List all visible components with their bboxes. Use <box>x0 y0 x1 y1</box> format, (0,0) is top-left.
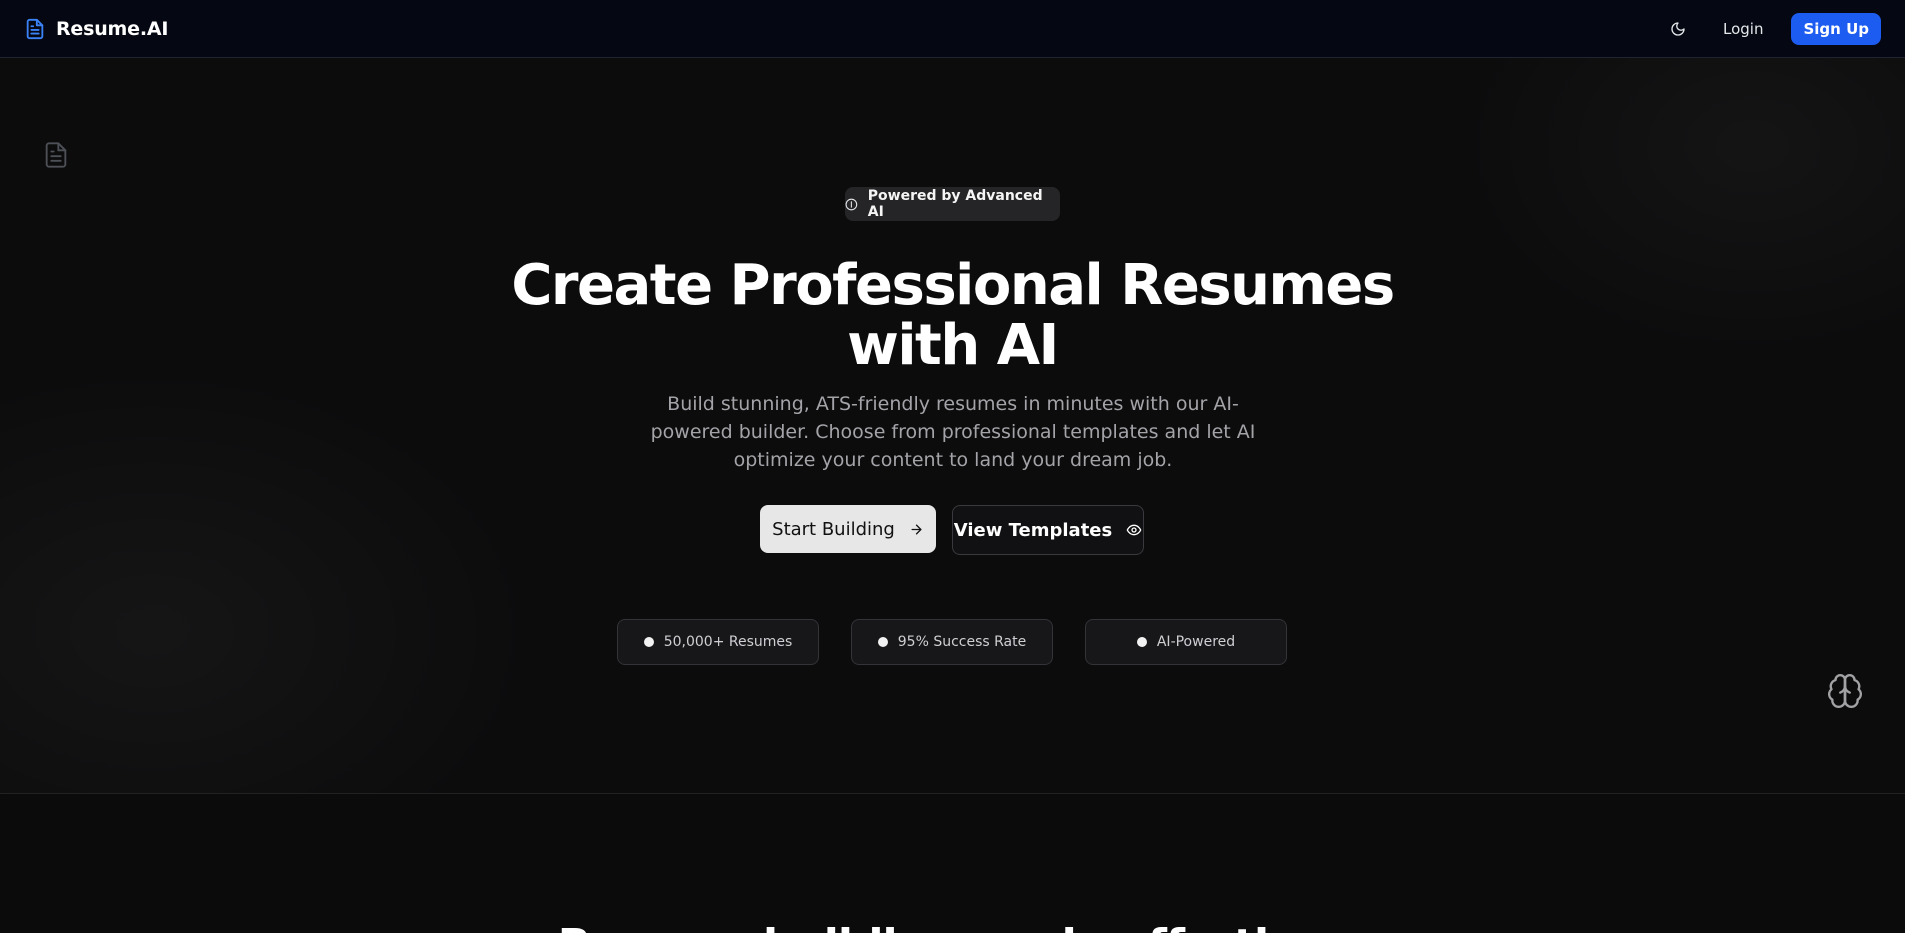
top-navbar: Resume.AI Login Sign Up <box>0 0 1905 58</box>
file-text-icon <box>45 142 67 168</box>
signup-button[interactable]: Sign Up <box>1791 12 1881 45</box>
nav-actions: Login Sign Up <box>1661 12 1881 46</box>
stat-label: AI-Powered <box>1156 634 1236 650</box>
brand-name: Resume.AI <box>56 17 169 40</box>
moon-icon <box>1671 21 1685 36</box>
start-building-label: Start Building <box>772 518 895 540</box>
start-building-button[interactable]: Start Building <box>760 505 936 553</box>
bullet-dot-icon <box>643 637 654 647</box>
stat-label: 95% Success Rate <box>897 634 1027 650</box>
powered-by-badge: Powered by Advanced AI <box>845 187 1060 221</box>
info-icon <box>845 198 858 210</box>
brand-logo-link[interactable]: Resume.AI <box>24 18 168 40</box>
stat-resumes: 50,000+ Resumes <box>617 619 819 665</box>
headline-line-2: with AI <box>847 313 1059 378</box>
hero-section: Powered by Advanced AI Create Profession… <box>0 58 1905 794</box>
stat-label: 50,000+ Resumes <box>663 634 793 650</box>
bullet-dot-icon <box>877 637 888 647</box>
badge-label: Powered by Advanced AI <box>867 188 1043 220</box>
hero-headline: Create Professional Resumes with AI <box>0 256 1905 376</box>
stat-success-rate: 95% Success Rate <box>851 619 1053 665</box>
login-link[interactable]: Login <box>1713 14 1773 44</box>
file-text-icon <box>26 18 44 39</box>
features-title: Resume building made effortless <box>0 920 1905 933</box>
cta-row: Start Building View Templates <box>760 505 1144 555</box>
stats-row: 50,000+ Resumes 95% Success Rate AI-Powe… <box>617 619 1287 665</box>
features-section: Resume building made effortless <box>0 794 1905 933</box>
arrow-right-icon <box>911 524 922 534</box>
stat-ai-powered: AI-Powered <box>1085 619 1287 665</box>
headline-line-1: Create Professional Resumes <box>511 253 1395 318</box>
hero-subtext: Build stunning, ATS-friendly resumes in … <box>650 393 1256 471</box>
theme-toggle-button[interactable] <box>1661 12 1695 46</box>
eye-icon <box>1126 524 1142 536</box>
view-templates-label: View Templates <box>953 519 1113 541</box>
bullet-dot-icon <box>1136 637 1147 647</box>
view-templates-button[interactable]: View Templates <box>952 505 1144 555</box>
brain-icon <box>1828 674 1862 708</box>
